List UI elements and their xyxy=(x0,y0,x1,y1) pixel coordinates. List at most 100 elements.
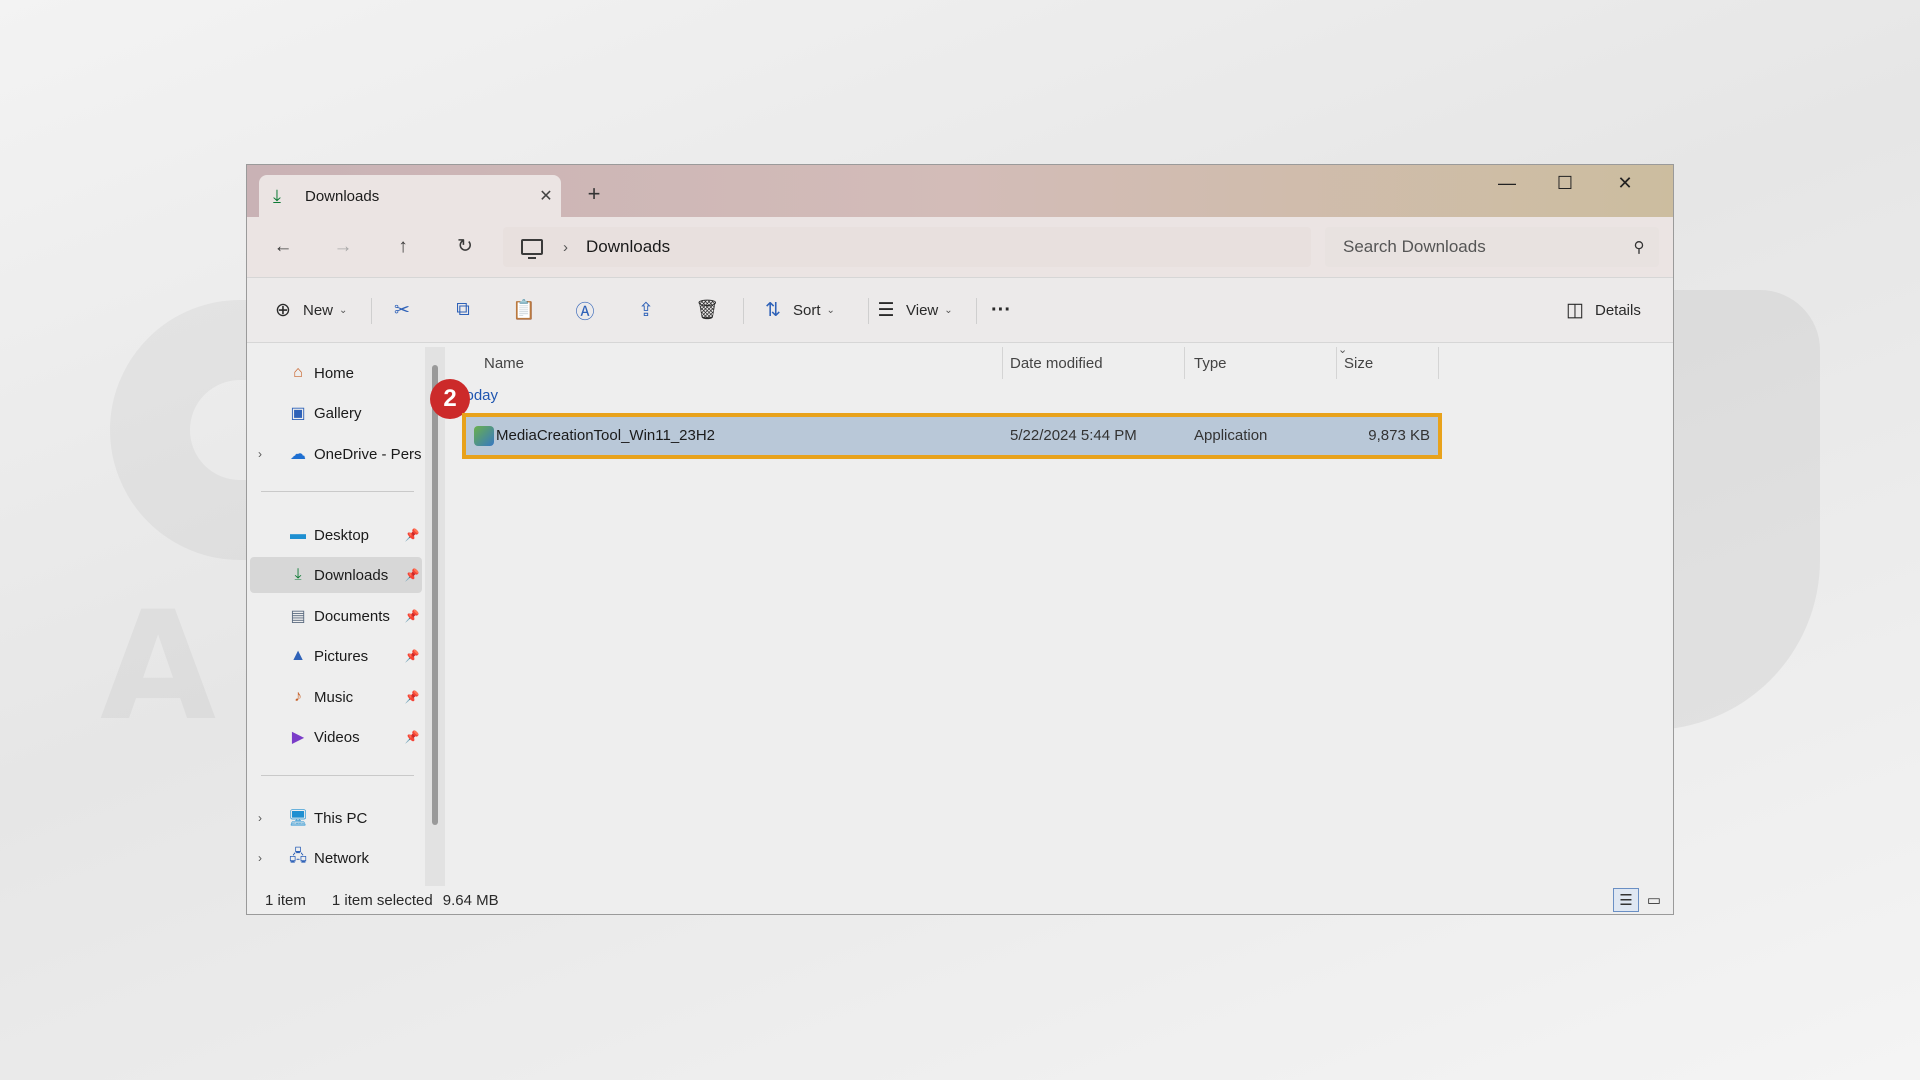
close-window-button[interactable]: ✕ xyxy=(1595,165,1655,201)
tiles-view-button[interactable]: ▭ xyxy=(1641,888,1667,912)
selection-size: 9.64 MB xyxy=(442,891,499,909)
sidebar-item-music[interactable]: ♪ Music 📌 xyxy=(250,679,422,715)
paste-button[interactable]: 📋 xyxy=(510,290,538,330)
sidebar-item-gallery[interactable]: ▣ Gallery xyxy=(250,395,422,431)
sidebar-item-home[interactable]: ⌂ Home xyxy=(250,355,422,391)
gallery-icon: ▣ xyxy=(290,405,306,422)
divider xyxy=(976,298,977,324)
pin-icon[interactable]: 📌 xyxy=(402,690,422,704)
list-view-icon: ☰ xyxy=(1619,892,1633,909)
trash-icon: 🗑 xyxy=(694,300,720,321)
sidebar-item-downloads[interactable]: ⤓ Downloads 📌 xyxy=(250,557,422,593)
sidebar-item-videos[interactable]: ▶ Videos 📌 xyxy=(250,719,422,755)
chevron-down-icon: ⌄ xyxy=(826,304,835,316)
sidebar-item-onedrive[interactable]: ›☁ OneDrive - Personal xyxy=(250,436,422,472)
pin-icon[interactable]: 📌 xyxy=(402,528,422,542)
column-header-name[interactable]: Name xyxy=(484,343,524,383)
search-input[interactable]: Search Downloads ⚲ xyxy=(1325,227,1659,267)
pin-icon[interactable]: 📌 xyxy=(402,730,422,744)
share-icon: ⇪ xyxy=(638,299,654,321)
new-tab-button[interactable]: + xyxy=(579,179,609,209)
pictures-icon: ▲ xyxy=(290,647,306,664)
divider xyxy=(371,298,372,324)
sidebar-item-pictures[interactable]: ▲ Pictures 📌 xyxy=(250,638,422,674)
chevron-right-icon[interactable]: › xyxy=(258,851,272,865)
details-pane-button[interactable]: ◫ Details xyxy=(1561,290,1641,330)
rename-button[interactable]: Ⓐ xyxy=(571,290,599,330)
back-button[interactable]: ← xyxy=(265,231,301,263)
sort-button[interactable]: ⇅ Sort ⌄ xyxy=(759,290,835,330)
sidebar-item-documents[interactable]: ▤ Documents 📌 xyxy=(250,598,422,634)
more-options-button[interactable]: ··· xyxy=(991,290,1011,330)
file-size: 9,873 KB xyxy=(1368,427,1430,444)
new-button[interactable]: ⊕ New ⌄ xyxy=(269,290,347,330)
divider xyxy=(261,775,414,776)
maximize-button[interactable]: ☐ xyxy=(1535,165,1595,201)
address-bar[interactable]: › Downloads xyxy=(503,227,1311,267)
share-button[interactable]: ⇪ xyxy=(632,290,660,330)
column-header-type[interactable]: Type xyxy=(1194,343,1227,383)
chevron-right-icon[interactable]: › xyxy=(258,811,272,825)
table-row[interactable]: MediaCreationTool_Win11_23H2 5/22/2024 5… xyxy=(462,413,1442,459)
pin-icon[interactable]: 📌 xyxy=(402,609,422,623)
rename-icon: Ⓐ xyxy=(575,301,595,323)
cloud-icon: ☁ xyxy=(290,446,306,463)
divider xyxy=(1002,347,1003,379)
home-icon: ⌂ xyxy=(293,364,303,381)
view-button[interactable]: ☰ View ⌄ xyxy=(872,290,953,330)
list-icon: ☰ xyxy=(877,299,895,321)
computer-icon: 🖥 xyxy=(287,810,309,827)
divider xyxy=(261,491,414,492)
pin-icon[interactable]: 📌 xyxy=(402,649,422,663)
application-icon xyxy=(474,426,494,446)
computer-icon xyxy=(521,239,543,259)
videos-icon: ▶ xyxy=(291,729,305,746)
close-tab-icon[interactable]: ✕ xyxy=(531,186,561,206)
selection-count: 1 item selected xyxy=(331,891,433,909)
breadcrumb[interactable]: Downloads xyxy=(586,237,670,257)
details-view-button[interactable]: ☰ xyxy=(1613,888,1639,912)
sidebar-item-network[interactable]: › 🖧 Network xyxy=(250,840,422,876)
navigation-bar: ← → ↑ ↻ › Downloads Search Downloads ⚲ xyxy=(247,217,1673,278)
download-icon: ⤓ xyxy=(273,185,281,206)
scrollbar-thumb[interactable] xyxy=(432,365,438,825)
tab-downloads[interactable]: ⤓ Downloads ✕ xyxy=(259,175,561,217)
divider xyxy=(1184,347,1185,379)
copy-icon: ⧉ xyxy=(456,299,470,320)
search-icon[interactable]: ⚲ xyxy=(1619,238,1659,256)
search-placeholder: Search Downloads xyxy=(1343,237,1486,256)
file-explorer-window: ⤓ Downloads ✕ + — ☐ ✕ ← → ↑ ↻ › Download… xyxy=(246,164,1674,915)
file-list: Name ⌄ Date modified Type Size 2 Today M… xyxy=(430,343,1673,888)
cut-button[interactable]: ✂ xyxy=(388,290,416,330)
sidebar-item-this-pc[interactable]: › 🖥 This PC xyxy=(250,800,422,836)
chevron-down-icon: ⌄ xyxy=(339,304,348,316)
sidebar-item-desktop[interactable]: ▬ Desktop 📌 xyxy=(250,517,422,553)
column-header-size[interactable]: Size xyxy=(1344,343,1373,383)
chevron-right-icon[interactable]: › xyxy=(563,239,568,256)
refresh-button[interactable]: ↻ xyxy=(447,231,483,263)
divider xyxy=(1336,347,1337,379)
sort-icon: ⇅ xyxy=(765,299,781,321)
forward-button[interactable]: → xyxy=(325,231,361,263)
file-type: Application xyxy=(1194,427,1268,444)
item-count: 1 item xyxy=(265,891,306,909)
chevron-right-icon[interactable]: › xyxy=(258,447,272,461)
pin-icon[interactable]: 📌 xyxy=(402,568,422,582)
delete-button[interactable]: 🗑 xyxy=(693,290,721,330)
details-pane-icon: ◫ xyxy=(1566,299,1584,321)
file-name: MediaCreationTool_Win11_23H2 xyxy=(496,427,716,444)
status-bar: 1 item 1 item selected 9.64 MB ☰ ▭ xyxy=(247,886,1673,914)
group-header-today[interactable]: 2 Today xyxy=(430,379,498,419)
clipboard-icon: 📋 xyxy=(512,300,536,321)
navigation-pane: ⌂ Home ▣ Gallery ›☁ OneDrive - Personal … xyxy=(247,343,442,888)
column-header-date[interactable]: Date modified xyxy=(1010,343,1103,383)
divider xyxy=(868,298,869,324)
chevron-down-icon: ⌄ xyxy=(944,304,953,316)
copy-button[interactable]: ⧉ xyxy=(449,290,477,330)
music-icon: ♪ xyxy=(294,688,302,705)
minimize-button[interactable]: — xyxy=(1477,165,1537,201)
documents-icon: ▤ xyxy=(290,608,306,625)
up-button[interactable]: ↑ xyxy=(385,231,421,263)
ellipsis-icon: ··· xyxy=(991,298,1011,321)
divider xyxy=(1438,347,1439,379)
